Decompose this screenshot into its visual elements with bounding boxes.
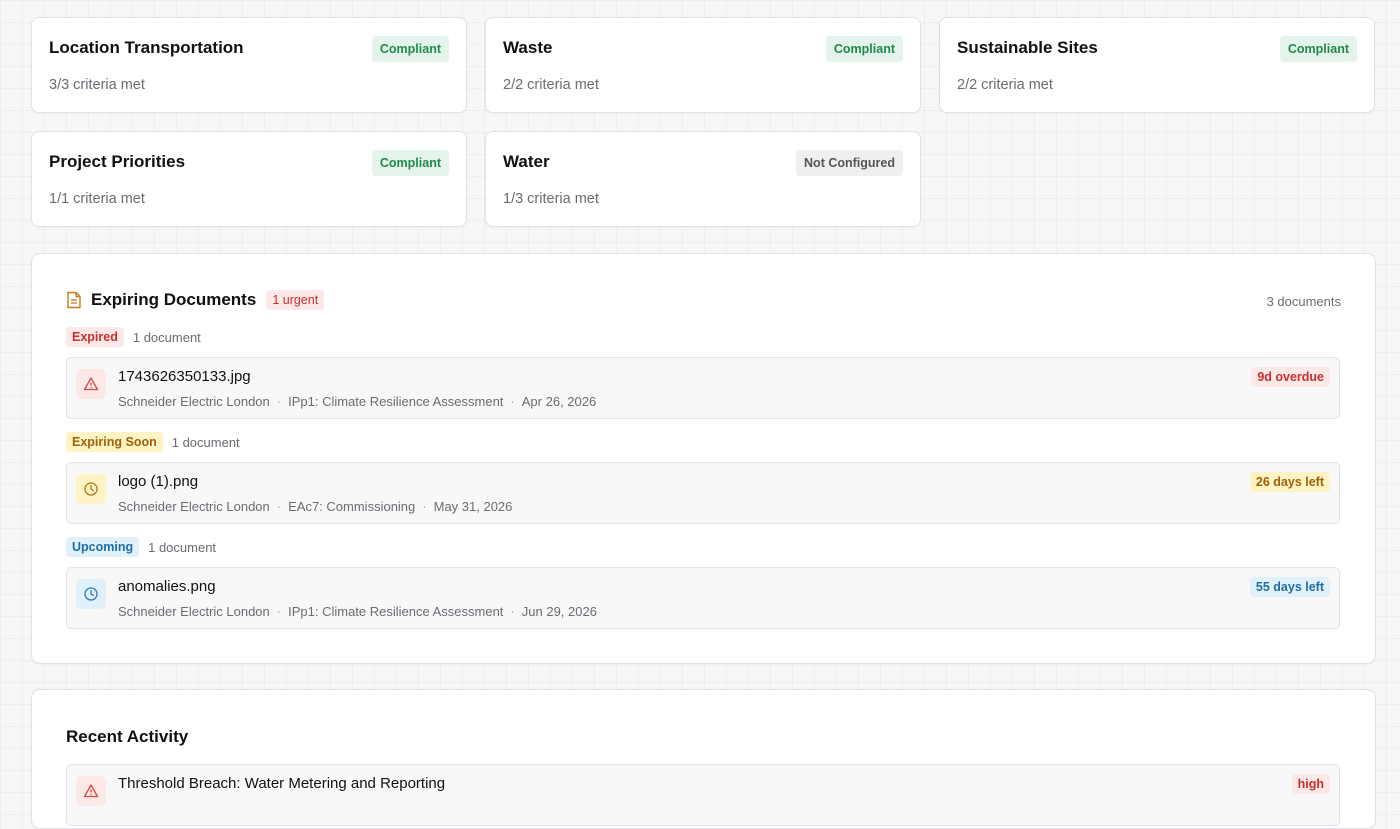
panel-header: Expiring Documents 1 urgent bbox=[66, 290, 325, 310]
activity-name: Threshold Breach: Water Metering and Rep… bbox=[118, 775, 446, 792]
group-header-expiring-soon: Expiring Soon 1 document bbox=[66, 432, 240, 452]
category-card-waste[interactable]: Waste Compliant 2/2 criteria met bbox=[485, 17, 921, 113]
document-meta: Schneider Electric London · EAc7: Commissi… bbox=[118, 499, 512, 514]
severity-badge: high bbox=[1291, 774, 1330, 794]
group-label: Expired bbox=[66, 327, 124, 347]
panel-title: Recent Activity bbox=[66, 727, 189, 746]
category-title: Sustainable Sites bbox=[957, 38, 1098, 57]
status-badge: Compliant bbox=[371, 150, 449, 176]
document-name: 1743626350133.jpg bbox=[118, 368, 251, 385]
separator: · bbox=[510, 394, 515, 409]
expiry-date: May 31, 2026 bbox=[433, 499, 513, 514]
days-badge: 9d overdue bbox=[1251, 367, 1330, 387]
document-icon bbox=[67, 291, 81, 309]
days-badge: 26 days left bbox=[1249, 472, 1330, 492]
status-badge: Compliant bbox=[371, 36, 449, 62]
group-label: Expiring Soon bbox=[66, 432, 163, 452]
credit-name: IPp1: Climate Resilience Assessment bbox=[288, 604, 504, 619]
group-count: 1 document bbox=[148, 539, 217, 555]
urgent-badge: 1 urgent bbox=[266, 290, 325, 310]
warning-triangle-icon bbox=[76, 776, 106, 806]
category-card-location-transportation[interactable]: Location Transportation Compliant 3/3 cr… bbox=[31, 17, 467, 113]
credit-name: EAc7: Commissioning bbox=[288, 499, 416, 514]
category-title: Waste bbox=[503, 38, 553, 57]
criteria-text: 2/2 criteria met bbox=[503, 77, 599, 93]
credit-name: IPp1: Climate Resilience Assessment bbox=[288, 394, 504, 409]
separator: · bbox=[422, 499, 427, 514]
category-title: Project Priorities bbox=[49, 152, 186, 171]
panel-title: Expiring Documents bbox=[91, 290, 257, 309]
document-row[interactable]: 1743626350133.jpg Schneider Electric Lon… bbox=[66, 357, 1340, 419]
document-meta: Schneider Electric London · IPp1: Climate … bbox=[118, 394, 596, 409]
group-header-expired: Expired 1 document bbox=[66, 327, 201, 347]
document-row[interactable]: logo (1).png Schneider Electric London · E… bbox=[66, 462, 1340, 524]
document-row[interactable]: anomalies.png Schneider Electric London ·… bbox=[66, 567, 1340, 629]
category-title: Water bbox=[503, 152, 550, 171]
organization: Schneider Electric London bbox=[118, 604, 270, 619]
category-card-sustainable-sites[interactable]: Sustainable Sites Compliant 2/2 criteria… bbox=[939, 17, 1375, 113]
category-card-water[interactable]: Water Not Configured 1/3 criteria met bbox=[485, 131, 921, 227]
clock-icon bbox=[76, 579, 106, 609]
group-header-upcoming: Upcoming 1 document bbox=[66, 537, 216, 557]
group-count: 1 document bbox=[132, 329, 201, 345]
expiry-date: Jun 29, 2026 bbox=[521, 604, 597, 619]
status-badge: Compliant bbox=[1279, 36, 1357, 62]
category-card-project-priorities[interactable]: Project Priorities Compliant 1/1 criteri… bbox=[31, 131, 467, 227]
separator: · bbox=[510, 604, 515, 619]
document-name: anomalies.png bbox=[118, 578, 216, 595]
recent-activity-panel: Recent Activity Threshold Breach: Water … bbox=[31, 689, 1376, 829]
separator: · bbox=[276, 499, 282, 514]
expiring-documents-panel: Expiring Documents 1 urgent 3 documents … bbox=[31, 253, 1376, 664]
status-badge: Not Configured bbox=[796, 150, 903, 176]
organization: Schneider Electric London bbox=[118, 394, 270, 409]
document-name: logo (1).png bbox=[118, 473, 199, 490]
group-count: 1 document bbox=[171, 434, 240, 450]
criteria-text: 3/3 criteria met bbox=[49, 77, 145, 93]
activity-item[interactable]: Threshold Breach: Water Metering and Rep… bbox=[66, 764, 1340, 826]
criteria-text: 2/2 criteria met bbox=[957, 77, 1053, 93]
organization: Schneider Electric London bbox=[118, 499, 270, 514]
days-badge: 55 days left bbox=[1249, 577, 1330, 597]
warning-triangle-icon bbox=[76, 369, 106, 399]
clock-icon bbox=[76, 474, 106, 504]
expiry-date: Apr 26, 2026 bbox=[521, 394, 597, 409]
criteria-text: 1/1 criteria met bbox=[49, 191, 145, 207]
document-count: 3 documents bbox=[1266, 294, 1341, 309]
document-meta: Schneider Electric London · IPp1: Climate … bbox=[118, 604, 597, 619]
category-title: Location Transportation bbox=[49, 38, 244, 57]
group-label: Upcoming bbox=[66, 537, 140, 557]
criteria-text: 1/3 criteria met bbox=[503, 191, 599, 207]
status-badge: Compliant bbox=[825, 36, 903, 62]
separator: · bbox=[276, 604, 282, 619]
separator: · bbox=[276, 394, 282, 409]
